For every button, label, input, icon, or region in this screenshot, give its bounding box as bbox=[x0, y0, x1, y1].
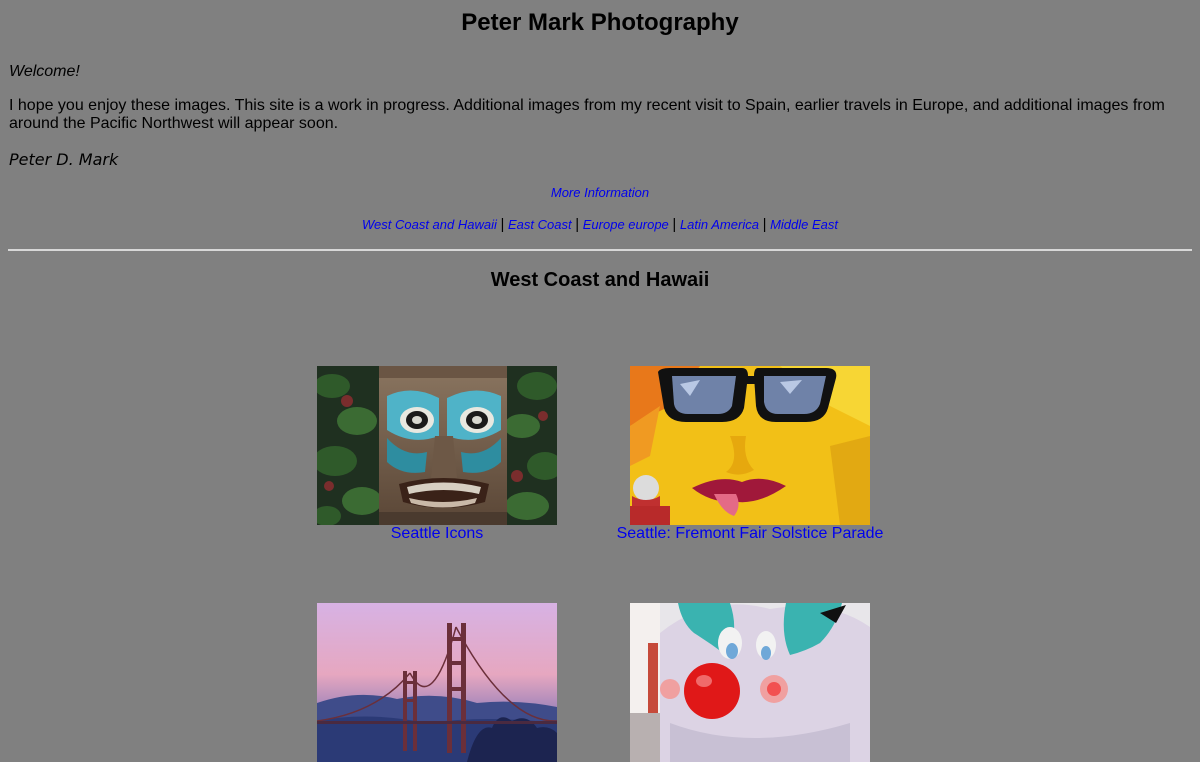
section-title: West Coast and Hawaii bbox=[490, 269, 710, 291]
clown-face-photo[interactable] bbox=[630, 603, 870, 762]
nav-separator: | bbox=[672, 216, 677, 233]
nav-link-latin-america[interactable]: Latin America bbox=[680, 217, 759, 232]
nav-link-east-coast[interactable]: East Coast bbox=[508, 217, 572, 232]
gallery-item-clown bbox=[630, 603, 870, 762]
gallery-item-seattle-icons: Seattle Icons bbox=[317, 366, 557, 543]
site-title: Peter Mark Photography bbox=[461, 9, 739, 36]
nav-link-europe[interactable]: Europe europe bbox=[583, 217, 669, 232]
nav-separator: | bbox=[500, 216, 505, 233]
gallery-item-fremont-fair: Seattle: Fremont Fair Solstice Parade bbox=[610, 366, 890, 543]
gallery-caption-seattle-icons[interactable]: Seattle Icons bbox=[317, 525, 557, 543]
more-info-row: More Information bbox=[8, 185, 1192, 201]
nav-separator: | bbox=[762, 216, 767, 233]
sunglasses-face-photo[interactable] bbox=[630, 366, 870, 525]
author-signature: Peter D. Mark bbox=[9, 150, 119, 169]
welcome-text: Welcome! bbox=[9, 63, 80, 80]
nav-link-west-coast[interactable]: West Coast and Hawaii bbox=[362, 217, 497, 232]
gallery-item-golden-gate bbox=[317, 603, 557, 762]
intro-paragraph: I hope you enjoy these images. This site… bbox=[9, 97, 1165, 132]
nav-link-middle-east[interactable]: Middle East bbox=[770, 217, 838, 232]
golden-gate-bridge-photo[interactable] bbox=[317, 603, 557, 762]
nav-separator: | bbox=[575, 216, 580, 233]
page: Peter Mark Photography Welcome! I hope y… bbox=[0, 0, 1200, 292]
region-nav: West Coast and Hawaii | East Coast | Eur… bbox=[8, 216, 1192, 234]
section-divider bbox=[8, 249, 1192, 251]
totem-pole-photo[interactable] bbox=[317, 366, 557, 525]
more-information-link[interactable]: More Information bbox=[551, 185, 649, 200]
gallery-caption-fremont-fair[interactable]: Seattle: Fremont Fair Solstice Parade bbox=[610, 525, 890, 543]
